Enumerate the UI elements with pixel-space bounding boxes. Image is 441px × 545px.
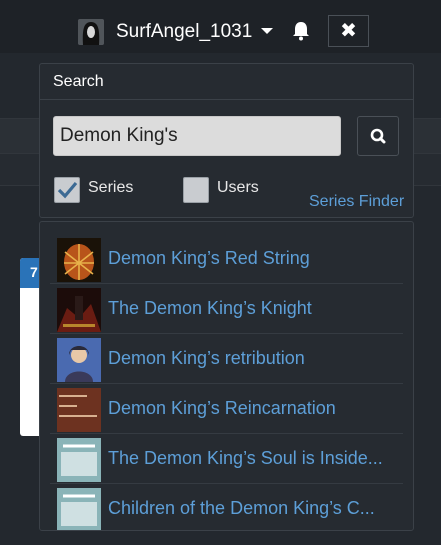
checkmark-icon (57, 181, 78, 199)
series-checkbox[interactable] (54, 177, 80, 203)
result-title: The Demon King’s Soul is Inside... (108, 448, 383, 468)
close-button[interactable]: ✖ (328, 15, 369, 47)
search-panel: Search Series Users Series Finder (39, 63, 414, 218)
result-title: Children of the Demon King’s C... (108, 498, 375, 518)
result-title: Demon King’s Red String (108, 248, 310, 268)
series-cover (57, 238, 101, 282)
result-title: The Demon King’s Knight (108, 298, 312, 318)
result-item[interactable]: The Demon King’s Soul is Inside... (50, 434, 403, 484)
username[interactable]: SurfAngel_1031 (116, 21, 252, 43)
search-input[interactable] (53, 116, 341, 156)
close-icon: ✖ (340, 20, 357, 42)
result-item[interactable]: Demon King’s retribution (50, 334, 403, 384)
result-item[interactable]: Demon King’s Red String (50, 234, 403, 284)
result-item[interactable]: Children of the Demon King’s C... (50, 484, 403, 530)
series-cover (57, 288, 101, 332)
result-item[interactable]: The Demon King’s Knight (50, 284, 403, 334)
result-title: Demon King’s Reincarnation (108, 398, 336, 418)
avatar-icon (78, 19, 104, 45)
search-icon (370, 128, 386, 144)
users-checkbox-label: Users (217, 179, 259, 196)
result-item[interactable]: Demon King’s Reincarnation (50, 384, 403, 434)
series-finder-link[interactable]: Series Finder (309, 193, 404, 211)
users-checkbox[interactable] (183, 177, 209, 203)
bell-icon[interactable] (290, 20, 312, 42)
search-results: Demon King’s Red String The Demon King’s… (39, 221, 414, 531)
series-cover (57, 438, 101, 482)
avatar[interactable] (78, 19, 104, 45)
search-panel-title: Search (40, 64, 413, 100)
series-cover (57, 338, 101, 382)
chevron-down-icon[interactable] (261, 28, 273, 34)
series-cover (57, 488, 101, 530)
result-title: Demon King’s retribution (108, 348, 305, 368)
series-cover (57, 388, 101, 432)
top-bar: SurfAngel_1031 ✖ (0, 0, 441, 53)
search-button[interactable] (357, 116, 399, 156)
series-checkbox-label: Series (88, 179, 134, 196)
